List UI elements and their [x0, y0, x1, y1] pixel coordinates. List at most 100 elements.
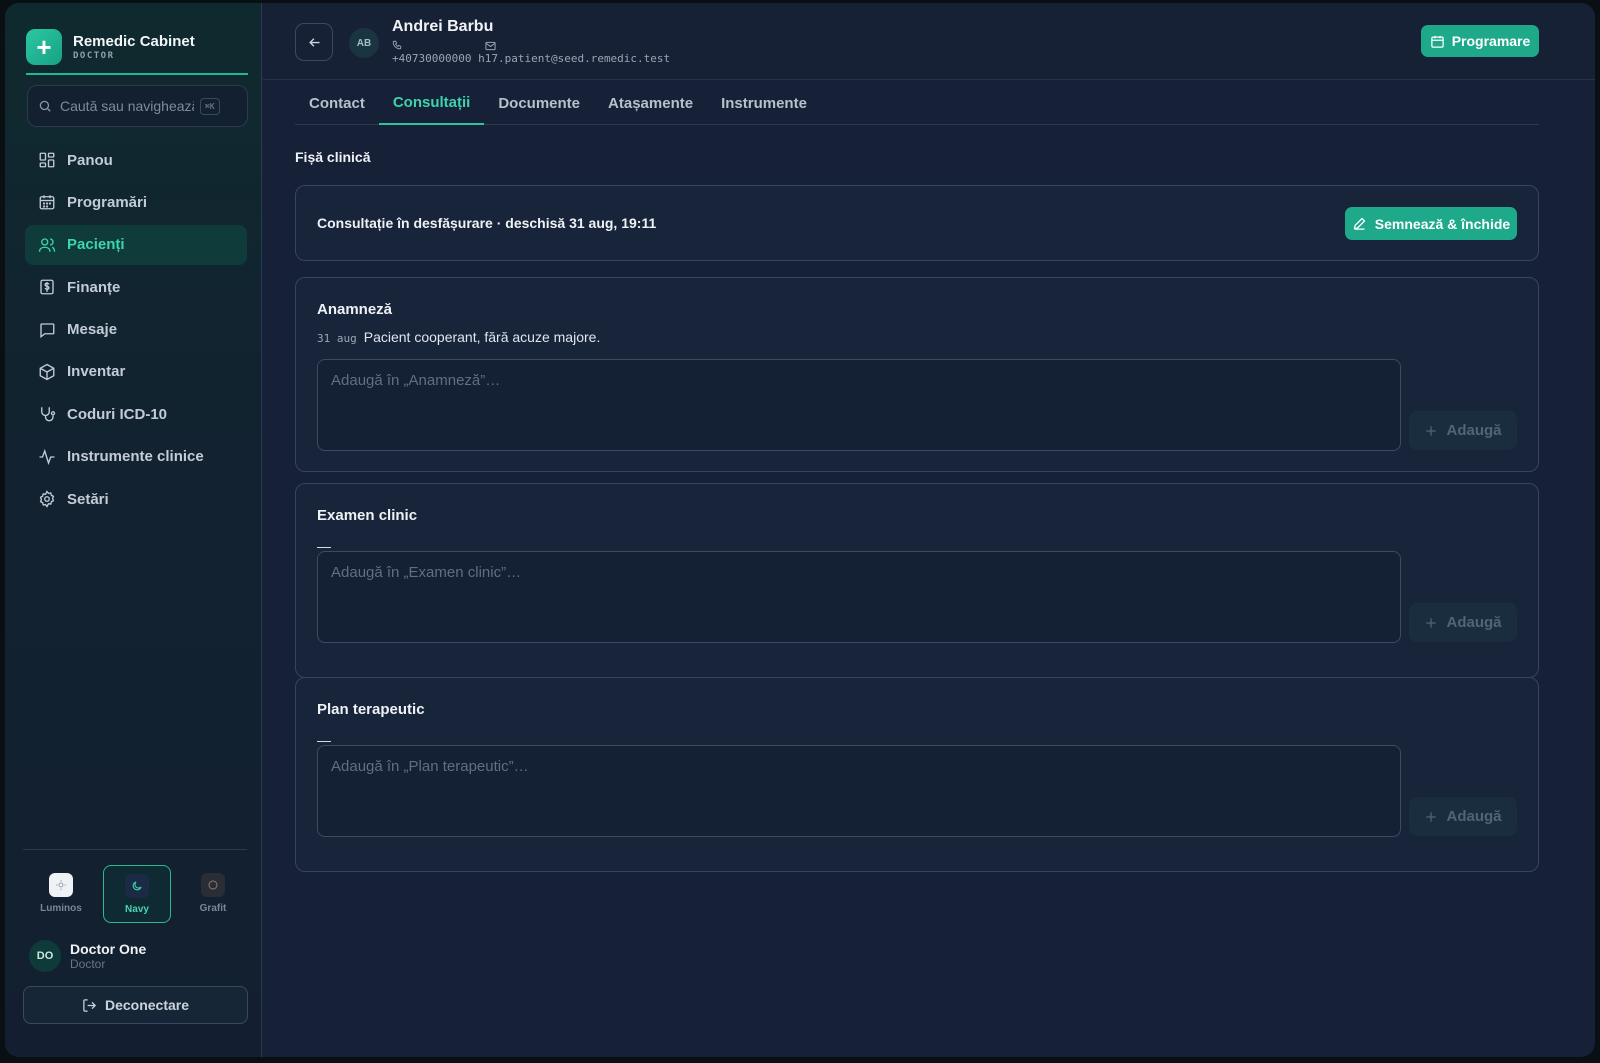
note-entry: 31 aug Pacient cooperant, fără acuze maj… [317, 329, 600, 345]
plus-icon [1426, 617, 1437, 628]
tab-atasamente[interactable]: Atașamente [594, 81, 707, 125]
sidebar-item-label: Mesaje [67, 321, 118, 339]
pencil-icon [1353, 217, 1366, 230]
consultation-status: Consultație în desfășurare · deschisă 31… [317, 215, 657, 231]
plus-icon: + [26, 29, 62, 65]
activity-icon [37, 447, 57, 467]
user-name: Doctor One [70, 941, 147, 957]
box-icon [37, 362, 57, 382]
programare-button[interactable]: Programare [1421, 25, 1539, 57]
sidebar-item-label: Pacienți [67, 236, 125, 254]
sidebar-item-mesaje[interactable]: Mesaje [25, 310, 247, 350]
brand-name: Remedic Cabinet [73, 33, 195, 50]
dashboard-icon [37, 150, 57, 170]
note-title: Anamneză [317, 301, 393, 318]
patient-contact: +40730000000 h17.patient@seed.remedic.te… [392, 52, 670, 65]
note-card-examen-clinic: Examen clinic — Adaugă [295, 483, 1539, 678]
programare-label: Programare [1451, 33, 1531, 49]
theme-label: Luminos [40, 903, 82, 914]
phone-icon [392, 40, 402, 50]
sidebar-item-inventar[interactable]: Inventar [25, 352, 247, 392]
sidebar-item-label: Coduri ICD-10 [67, 405, 168, 423]
tab-instrumente[interactable]: Instrumente [707, 81, 821, 125]
note-input-plan-terapeutic[interactable] [317, 745, 1401, 837]
sidebar-item-pacienti[interactable]: Pacienți [25, 224, 247, 265]
sidebar-item-label: Instrumente clinice [67, 448, 204, 466]
sidebar-item-label: Inventar [67, 363, 126, 381]
theme-option-luminos[interactable]: Luminos [27, 865, 95, 923]
avatar: DO [29, 940, 61, 972]
tab-consultatii[interactable]: Consultații [378, 81, 485, 125]
note-text: Pacient cooperant, fără acuze majore. [363, 329, 601, 345]
note-date: 31 aug [317, 332, 357, 345]
patient-name: Andrei Barbu [392, 18, 494, 35]
sidebar: + Remedic Cabinet DOCTOR ⌘K Panou Progra… [5, 3, 262, 1057]
calendar-icon [37, 192, 57, 212]
brand[interactable]: + Remedic Cabinet DOCTOR [26, 29, 248, 75]
logout-button[interactable]: Deconectare [23, 986, 248, 1024]
theme-switcher: Luminos Navy Grafit [27, 865, 247, 925]
app-window: + Remedic Cabinet DOCTOR ⌘K Panou Progra… [5, 3, 1595, 1057]
sidebar-item-programari[interactable]: Programări [25, 182, 247, 222]
add-note-button[interactable]: Adaugă [1409, 411, 1517, 450]
patient-email[interactable]: h17.patient@seed.remedic.test [478, 52, 670, 65]
dollar-receipt-icon [37, 277, 57, 297]
add-note-button[interactable]: Adaugă [1409, 603, 1517, 642]
avatar: AB [349, 28, 379, 58]
theme-label: Navy [125, 904, 149, 915]
theme-label: Grafit [199, 903, 227, 914]
divider [23, 849, 247, 850]
sidebar-item-label: Programări [67, 193, 148, 211]
search-box[interactable]: ⌘K [27, 85, 248, 127]
plus-icon [1426, 811, 1437, 822]
note-card-plan-terapeutic: Plan terapeutic — Adaugă [295, 677, 1539, 872]
add-note-button[interactable]: Adaugă [1409, 797, 1517, 836]
shortcut-hint: ⌘K [200, 97, 220, 115]
sidebar-item-panou[interactable]: Panou [25, 140, 247, 180]
theme-option-navy[interactable]: Navy [103, 865, 171, 923]
tab-documente[interactable]: Documente [484, 81, 594, 125]
moon-icon [125, 874, 149, 898]
message-icon [37, 320, 57, 340]
note-title: Examen clinic [317, 507, 418, 524]
circle-icon [201, 873, 225, 897]
theme-option-grafit[interactable]: Grafit [179, 865, 247, 923]
arrow-left-icon [308, 37, 319, 47]
gear-icon [37, 489, 57, 509]
user-role: Doctor [70, 957, 106, 971]
patient-phone[interactable]: +40730000000 [392, 52, 471, 65]
sidebar-item-setari[interactable]: Setări [25, 479, 247, 519]
sidebar-item-label: Panou [67, 151, 113, 169]
sidebar-item-label: Finanțe [67, 278, 121, 296]
sidebar-item-coduri-icd10[interactable]: Coduri ICD-10 [25, 394, 247, 434]
note-card-anamneza: Anamneză 31 aug Pacient cooperant, fără … [295, 277, 1539, 472]
users-icon [37, 235, 57, 255]
note-input-examen-clinic[interactable] [317, 551, 1401, 643]
mail-icon [485, 41, 496, 51]
search-input[interactable] [60, 98, 194, 114]
add-note-label: Adaugă [1446, 808, 1502, 825]
logout-label: Deconectare [104, 997, 190, 1013]
note-title: Plan terapeutic [317, 701, 425, 718]
calendar-icon [1430, 35, 1444, 48]
sidebar-nav: Panou Programări Pacienți Finanțe Mesaje… [25, 140, 247, 522]
plus-icon [1426, 425, 1437, 436]
back-button[interactable] [295, 23, 333, 61]
stethoscope-icon [37, 404, 57, 424]
sidebar-item-finante[interactable]: Finanțe [25, 267, 247, 307]
note-input-anamneza[interactable] [317, 359, 1401, 451]
sign-close-button[interactable]: Semnează & închide [1345, 207, 1517, 240]
add-note-label: Adaugă [1446, 614, 1502, 631]
search-icon [39, 100, 51, 112]
sun-icon [49, 873, 73, 897]
section-title: Fișă clinică [295, 149, 371, 165]
patient-header: AB Andrei Barbu +40730000000 h17.patient… [263, 3, 1595, 80]
main-content: AB Andrei Barbu +40730000000 h17.patient… [263, 3, 1595, 1057]
tab-contact[interactable]: Contact [295, 81, 379, 125]
user-profile[interactable]: DO Doctor One Doctor [29, 940, 146, 972]
logout-icon [83, 998, 96, 1012]
sidebar-item-instrumente-clinice[interactable]: Instrumente clinice [25, 437, 247, 477]
add-note-label: Adaugă [1446, 422, 1502, 439]
consultation-status-card: Consultație în desfășurare · deschisă 31… [295, 185, 1539, 261]
patient-tabs: Contact Consultații Documente Atașamente… [295, 81, 1539, 125]
